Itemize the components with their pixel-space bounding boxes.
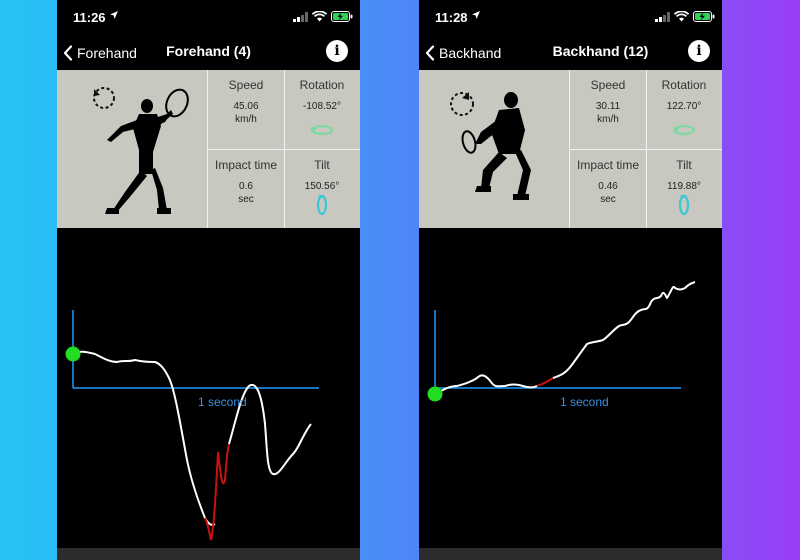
stats-panel: Speed 45.06 km/h Rotation -108.52° Impact… — [57, 70, 360, 228]
backhand-screen: 11:28 Backhand Backhand (12) i Speed 30.… — [419, 0, 722, 560]
battery-charging-icon — [693, 11, 715, 22]
battery-charging-icon — [331, 11, 353, 22]
wifi-icon — [312, 11, 327, 22]
impact-time-value: 0.46 — [598, 181, 618, 192]
back-label: Forehand — [77, 45, 137, 61]
speed-stat: Speed 30.11 km/h — [570, 70, 646, 148]
tilt-stat: Tilt 119.88° — [646, 150, 722, 228]
info-button[interactable]: i — [688, 40, 710, 62]
chevron-left-icon — [63, 45, 73, 61]
wifi-icon — [674, 11, 689, 22]
impact-time-stat: Impact time 0.6 sec — [208, 150, 284, 228]
speed-label: Speed — [590, 78, 626, 92]
tilt-value: 150.56° — [304, 181, 340, 192]
stats-panel: Speed 30.11 km/h Rotation 122.70° Impact … — [419, 70, 722, 228]
tilt-icon — [678, 194, 690, 216]
bottom-bar — [57, 548, 360, 560]
location-arrow-icon — [472, 11, 480, 19]
clock: 11:26 — [73, 10, 106, 25]
impact-time-label: Impact time — [214, 158, 277, 172]
speed-label: Speed — [228, 78, 264, 92]
impact-segment — [536, 377, 554, 387]
tilt-value: 119.88° — [667, 181, 701, 192]
rotate-ccw-icon — [93, 87, 115, 109]
rotation-icon — [672, 124, 696, 136]
rotation-stat: Rotation 122.70° — [646, 70, 722, 148]
tilt-stat: Tilt 150.56° — [284, 150, 360, 228]
impact-time-value: 0.6 — [239, 181, 253, 192]
backhand-player-silhouette — [461, 92, 531, 200]
rotate-cw-icon — [450, 92, 474, 116]
clock: 11:28 — [435, 10, 468, 25]
speed-stat: Speed 45.06 km/h — [208, 70, 284, 148]
tilt-label: Tilt — [676, 158, 692, 172]
follow-through-trace — [552, 281, 696, 379]
impact-time-stat: Impact time 0.46 sec — [570, 150, 646, 228]
rotation-label: Rotation — [299, 78, 345, 92]
swing-graph: 1 second — [419, 228, 722, 548]
forehand-player-silhouette — [105, 88, 189, 214]
impact-time-label: Impact time — [576, 158, 639, 172]
page-title: Backhand (12) — [552, 43, 649, 59]
player-figure — [57, 70, 207, 228]
impact-segment — [204, 443, 230, 541]
impact-time-unit: sec — [238, 194, 254, 205]
swing-trace — [72, 350, 216, 526]
cellular-signal-icon — [655, 12, 670, 22]
status-bar: 11:28 — [419, 0, 722, 34]
speed-unit: km/h — [597, 114, 619, 125]
back-button[interactable]: Forehand — [63, 42, 137, 64]
info-button[interactable]: i — [326, 40, 348, 62]
start-point — [427, 386, 443, 402]
back-button[interactable]: Backhand — [425, 42, 501, 64]
impact-time-unit: sec — [600, 194, 616, 205]
location-arrow-icon — [110, 11, 118, 19]
bottom-bar — [419, 548, 722, 560]
back-label: Backhand — [439, 45, 502, 61]
tilt-icon — [316, 194, 328, 216]
rotation-value: -108.52° — [303, 101, 341, 112]
rotation-label: Rotation — [661, 78, 707, 92]
tilt-label: Tilt — [314, 158, 330, 172]
speed-unit: km/h — [235, 114, 257, 125]
speed-value: 45.06 — [233, 101, 259, 112]
swing-graph: 1 second — [57, 228, 360, 548]
forehand-screen: 11:26 Forehand Forehand (4) i Speed 45.0… — [57, 0, 360, 560]
time-scale-label: 1 second — [198, 395, 247, 409]
time-scale-label: 1 second — [560, 395, 609, 409]
navigation-bar: Backhand Backhand (12) i — [419, 34, 722, 70]
cellular-signal-icon — [293, 12, 308, 22]
status-bar: 11:26 — [57, 0, 360, 34]
player-figure — [419, 70, 569, 228]
chevron-left-icon — [425, 45, 435, 61]
rotation-value: 122.70° — [666, 101, 702, 112]
start-point — [65, 346, 81, 362]
rotation-icon — [310, 124, 334, 136]
navigation-bar: Forehand Forehand (4) i — [57, 34, 360, 70]
swing-trace — [434, 374, 538, 395]
speed-value: 30.11 — [595, 101, 621, 112]
rotation-stat: Rotation -108.52° — [284, 70, 360, 148]
